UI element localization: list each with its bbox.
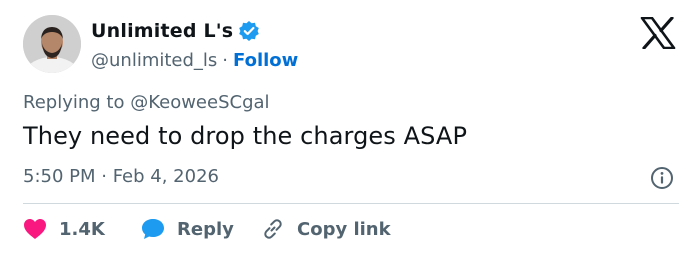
- tweet-embed-card: Unlimited L's @unlimited_ls · Follow Rep…: [0, 0, 700, 256]
- author-display-name[interactable]: Unlimited L's: [91, 20, 233, 42]
- author-name-row: Unlimited L's: [91, 18, 260, 44]
- tweet-actions-bar: 1.4K Reply Copy link: [23, 214, 391, 244]
- replying-to-handle[interactable]: @KeoweeSCgal: [130, 92, 269, 113]
- heart-icon: [24, 219, 46, 239]
- author-handle[interactable]: @unlimited_ls: [91, 50, 217, 71]
- author-handle-row: @unlimited_ls · Follow: [91, 47, 298, 73]
- x-logo-icon[interactable]: [640, 16, 676, 50]
- reply-button[interactable]: Reply: [141, 214, 261, 244]
- tweet-timestamp[interactable]: 5:50 PM · Feb 4, 2026: [23, 166, 219, 187]
- link-icon: [264, 219, 282, 239]
- reply-bubble-icon: [142, 219, 164, 239]
- separator-dot: ·: [222, 49, 229, 71]
- copy-link-label: Copy link: [297, 218, 391, 240]
- divider: [23, 203, 679, 204]
- like-button[interactable]: 1.4K: [23, 214, 141, 244]
- reply-label: Reply: [177, 218, 234, 240]
- follow-button[interactable]: Follow: [233, 50, 298, 71]
- copy-link-button[interactable]: Copy link: [261, 214, 391, 244]
- tweet-text: They need to drop the charges ASAP: [23, 122, 468, 150]
- replying-to-line: Replying to @KeoweeSCgal: [23, 92, 270, 113]
- verified-badge-icon: [238, 20, 260, 42]
- replying-to-prefix: Replying to: [23, 92, 125, 113]
- info-icon[interactable]: [650, 166, 674, 190]
- like-count: 1.4K: [59, 218, 105, 240]
- avatar[interactable]: [23, 15, 81, 73]
